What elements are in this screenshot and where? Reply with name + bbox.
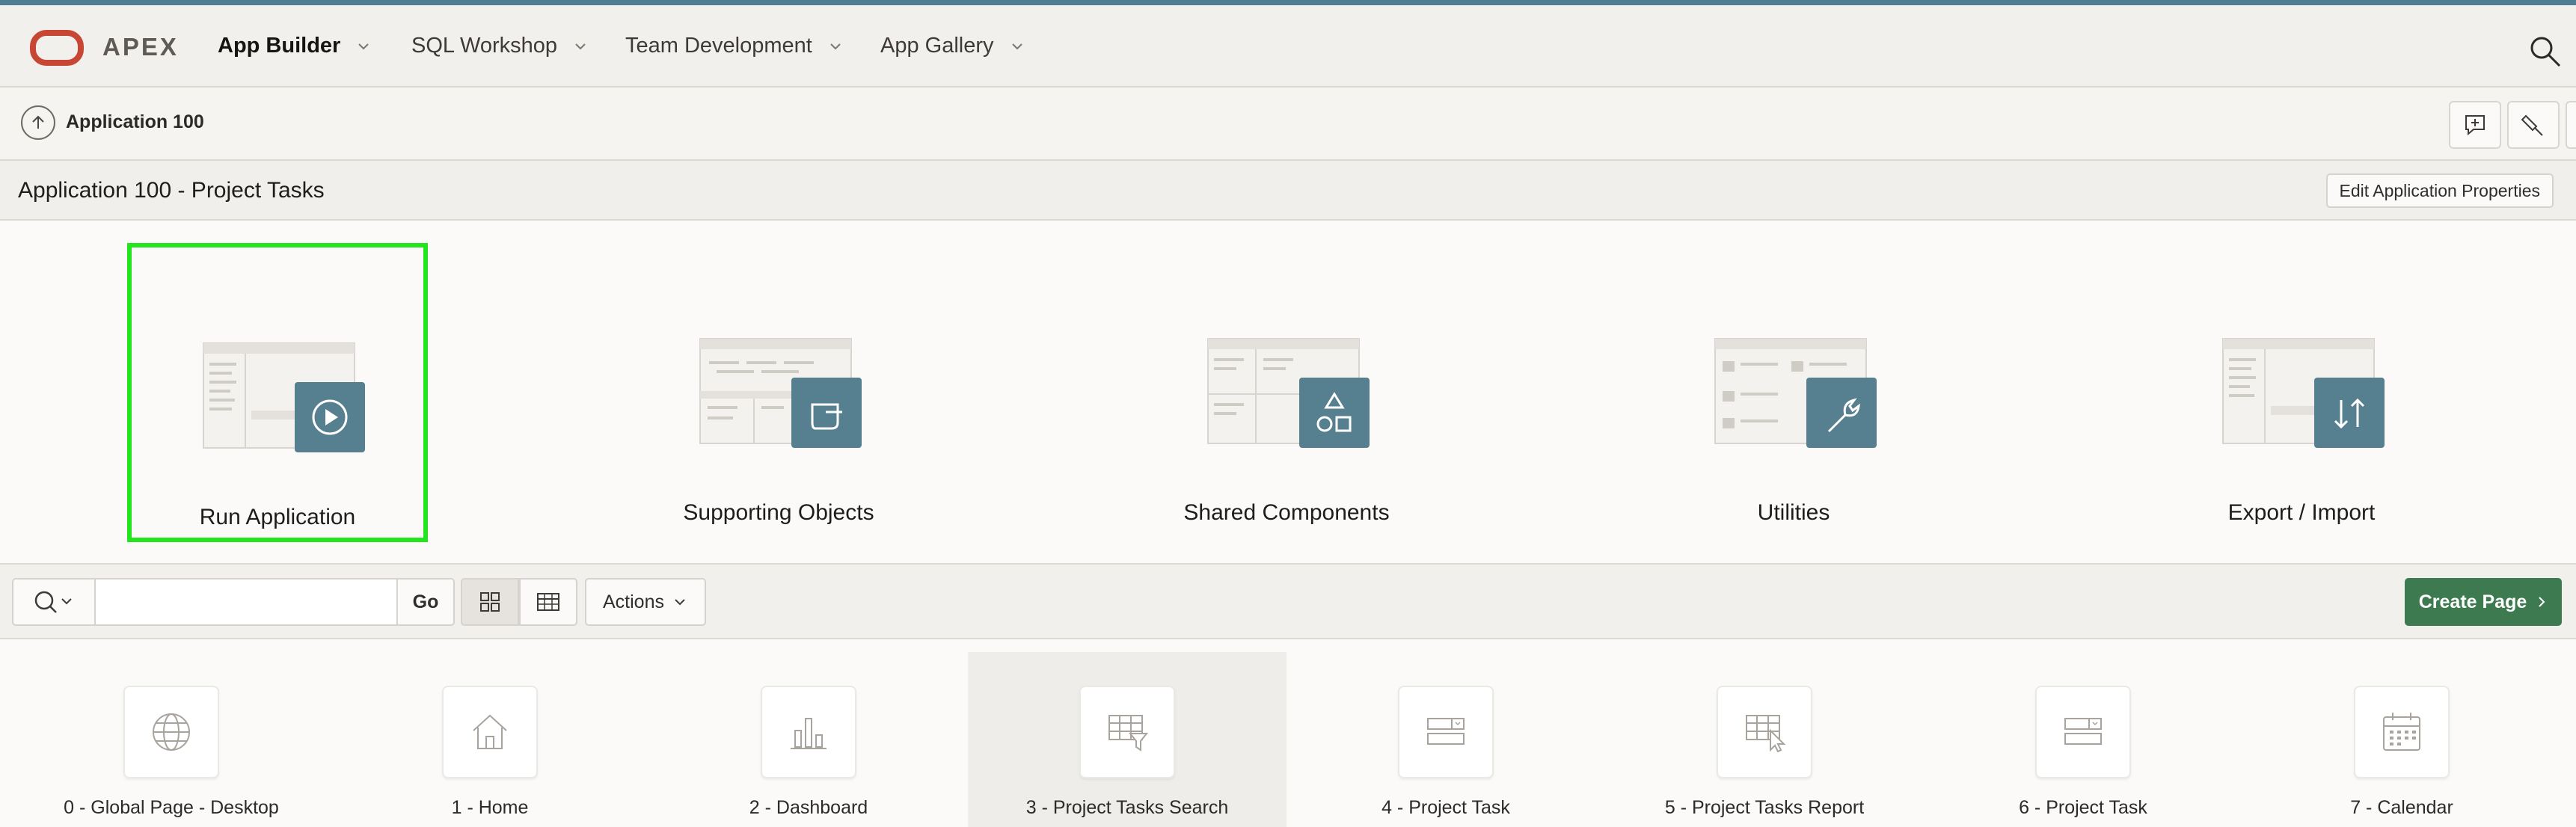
- page-thumbnail: [1717, 686, 1812, 778]
- table-cursor-icon: [1746, 715, 1786, 753]
- pages-grid: 0 - Global Page - Desktop 1 - Home 2 - D…: [0, 639, 2576, 827]
- page-thumbnail: [2354, 686, 2450, 778]
- page-card-5[interactable]: 5 - Project Tasks Report: [1605, 652, 1924, 827]
- export-import-card[interactable]: Export / Import: [2151, 243, 2452, 542]
- page-label: 2 - Dashboard: [749, 797, 868, 818]
- edit-application-properties-button[interactable]: Edit Application Properties: [2325, 173, 2554, 208]
- shared-components-label: Shared Components: [1183, 500, 1390, 525]
- page-thumbnail: [1398, 686, 1494, 778]
- run-application-card[interactable]: Run Application: [127, 243, 428, 542]
- page-card-0[interactable]: 0 - Global Page - Desktop: [12, 652, 331, 827]
- utilities-label: Utilities: [1757, 500, 1830, 525]
- brand-name[interactable]: APEX: [102, 33, 179, 61]
- page-label: 6 - Project Task: [2019, 797, 2147, 818]
- home-icon: [473, 714, 507, 749]
- breadcrumb-bar: Application 100: [0, 87, 2576, 161]
- page-thumbnail: [123, 686, 219, 778]
- page-card-4[interactable]: 4 - Project Task: [1287, 652, 1605, 827]
- top-accent-stripe: [0, 0, 2576, 5]
- chevron-down-icon: [1011, 43, 1022, 49]
- run-application-label: Run Application: [199, 505, 356, 529]
- chevron-down-icon: [675, 599, 685, 606]
- application-title-bar: Application 100 - Project Tasks Edit App…: [0, 161, 2576, 221]
- application-actions-region: Run Application Supporting Objects Share…: [0, 221, 2576, 565]
- search-group: Go: [12, 578, 455, 626]
- shared-components-illustration: [1207, 338, 1370, 448]
- chevron-right-icon: [2539, 597, 2545, 607]
- page-label: 0 - Global Page - Desktop: [64, 797, 279, 818]
- shared-components-card[interactable]: Shared Components: [1136, 243, 1437, 542]
- bar-chart-icon: [791, 718, 827, 749]
- page-label: 7 - Calendar: [2350, 797, 2453, 818]
- nav-app-gallery[interactable]: App Gallery: [880, 34, 1025, 58]
- search-icon: [34, 591, 72, 613]
- feedback-button[interactable]: [2449, 101, 2501, 149]
- chevron-down-icon: [830, 43, 841, 49]
- search-icon[interactable]: [2527, 33, 2563, 69]
- nav-app-builder[interactable]: App Builder: [218, 34, 372, 58]
- utilities-illustration: [1714, 338, 1877, 448]
- export-import-label: Export / Import: [2227, 500, 2376, 525]
- actions-label: Actions: [603, 591, 664, 612]
- page-thumbnail: [761, 686, 856, 778]
- page-thumbnail: [1079, 686, 1175, 778]
- export-import-illustration: [2222, 338, 2385, 448]
- pages-toolbar: Go Actions Create Page: [0, 565, 2576, 639]
- comment-add-icon: [2465, 115, 2485, 136]
- page-thumbnail: [442, 686, 538, 778]
- table-icon: [537, 593, 559, 611]
- search-input[interactable]: [96, 578, 396, 626]
- nav-label: App Builder: [218, 34, 341, 58]
- paint-brush-icon: [2521, 114, 2543, 136]
- form-icon: [1427, 718, 1465, 745]
- parent-page-button[interactable]: [21, 105, 55, 140]
- page-label: 3 - Project Tasks Search: [1025, 797, 1229, 818]
- create-page-label: Create Page: [2418, 591, 2527, 612]
- more-tools-button[interactable]: [2566, 101, 2576, 149]
- form-icon: [2064, 718, 2102, 745]
- actions-menu-button[interactable]: Actions: [585, 578, 706, 626]
- page-title: Application 100 - Project Tasks: [18, 178, 325, 203]
- page-card-7[interactable]: 7 - Calendar: [2242, 652, 2561, 827]
- chevron-down-icon: [358, 43, 369, 49]
- arrow-up-icon: [32, 115, 44, 129]
- supporting-objects-illustration: [699, 338, 862, 448]
- grid-icon: [480, 592, 500, 612]
- report-view-button[interactable]: [519, 578, 577, 626]
- top-navigation-bar: APEX App Builder SQL Workshop Team Devel…: [0, 5, 2576, 87]
- page-label: 5 - Project Tasks Report: [1664, 797, 1865, 818]
- breadcrumb-title: Application 100: [66, 111, 204, 132]
- supporting-objects-label: Supporting Objects: [683, 500, 874, 525]
- search-column-menu-button[interactable]: [12, 578, 96, 626]
- table-filter-icon: [1108, 715, 1149, 751]
- chevron-down-icon: [575, 43, 586, 49]
- calendar-icon: [2383, 713, 2420, 751]
- nav-label: SQL Workshop: [411, 34, 558, 58]
- icon-view-button[interactable]: [461, 578, 519, 626]
- nav-label: Team Development: [625, 34, 812, 58]
- page-card-6[interactable]: 6 - Project Task: [1924, 652, 2242, 827]
- page-card-2[interactable]: 2 - Dashboard: [649, 652, 968, 827]
- globe-icon: [153, 713, 190, 751]
- developer-tools-button[interactable]: [2507, 101, 2560, 149]
- run-application-illustration: [203, 342, 365, 452]
- supporting-objects-card[interactable]: Supporting Objects: [628, 243, 929, 542]
- page-thumbnail: [2035, 686, 2131, 778]
- page-card-3[interactable]: 3 - Project Tasks Search: [968, 652, 1287, 827]
- nav-team-development[interactable]: Team Development: [625, 34, 844, 58]
- page-card-1[interactable]: 1 - Home: [331, 652, 649, 827]
- nav-label: App Gallery: [880, 34, 994, 58]
- page-label: 1 - Home: [451, 797, 529, 818]
- utilities-card[interactable]: Utilities: [1643, 243, 1944, 542]
- page-label: 4 - Project Task: [1381, 797, 1510, 818]
- oracle-logo-icon[interactable]: [30, 30, 84, 66]
- create-page-button[interactable]: Create Page: [2405, 578, 2562, 626]
- go-button[interactable]: Go: [396, 578, 455, 626]
- nav-sql-workshop[interactable]: SQL Workshop: [411, 34, 589, 58]
